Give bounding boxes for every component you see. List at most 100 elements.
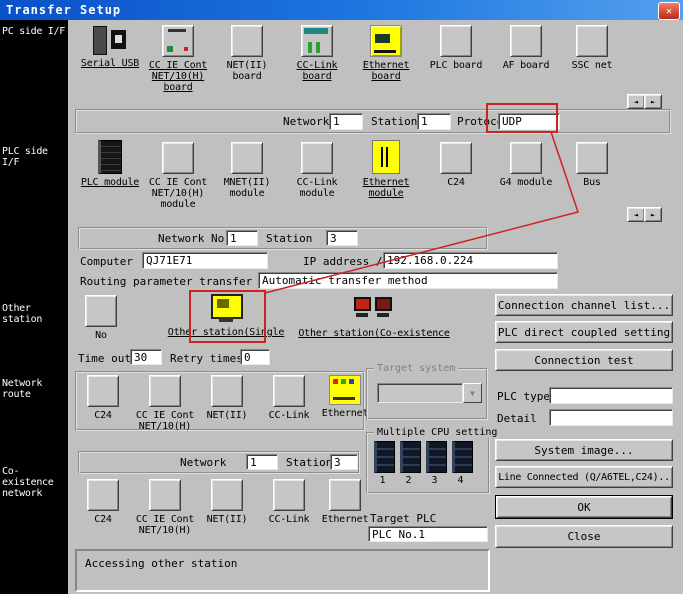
timeout-input[interactable]: 30 xyxy=(130,349,162,365)
coex-c24-label: C24 xyxy=(94,514,111,525)
coex-ccie[interactable]: CC IE Cont NET/10(H) xyxy=(134,479,196,536)
cpu4-icon[interactable] xyxy=(452,441,473,473)
coex-netii[interactable]: NET(II) xyxy=(196,479,258,525)
cclink-module-icon xyxy=(301,142,333,174)
detail-label: Detail xyxy=(497,412,537,425)
computer-input[interactable]: QJ71E71 xyxy=(142,252,268,269)
coex-c24[interactable]: C24 xyxy=(72,479,134,525)
route-c24[interactable]: C24 xyxy=(72,375,134,421)
plcif-ethernet-module-label: Ethernet module xyxy=(353,177,419,199)
plcif-c24-label: C24 xyxy=(447,177,464,188)
plc-board-icon xyxy=(440,25,472,57)
ethernet-icon xyxy=(329,375,361,405)
coex-cclink[interactable]: CC-Link xyxy=(258,479,320,525)
system-image-button[interactable]: System image... xyxy=(495,439,673,461)
arrow-left-icon: ◄ xyxy=(634,98,638,106)
ok-button[interactable]: OK xyxy=(496,496,672,518)
route-netii[interactable]: NET(II) xyxy=(196,375,258,421)
coexistence-network-input[interactable]: 1 xyxy=(246,454,278,470)
route-ccie[interactable]: CC IE Cont NET/10(H) xyxy=(134,375,196,432)
pcif-ethernet-board[interactable]: Ethernet board xyxy=(353,25,419,82)
pcif-cclink-board[interactable]: CC-Link board xyxy=(284,25,350,82)
bus-icon xyxy=(576,142,608,174)
other-station-no-label: No xyxy=(95,330,107,341)
computer-label: Computer xyxy=(80,255,133,268)
target-system-select[interactable]: ▼ xyxy=(377,383,482,403)
plcif-mnet-module-label: MNET(II) module xyxy=(214,177,280,199)
other-station-coexistence[interactable]: Other station(Co-existence xyxy=(290,295,458,339)
ccie-board-icon xyxy=(162,25,194,57)
plcif-bus-label: Bus xyxy=(583,177,600,188)
pcif-netii-board[interactable]: NET(II) board xyxy=(214,25,280,82)
network-station-label: Station xyxy=(266,232,312,245)
connection-test-button[interactable]: Connection test xyxy=(495,349,673,371)
pcif-ccie-board[interactable]: CC IE Cont NET/10(H) board xyxy=(145,25,211,93)
close-button[interactable]: ✕ xyxy=(658,2,680,20)
ccie-icon xyxy=(149,479,181,511)
status-message: Accessing other station xyxy=(85,557,237,570)
pcif-scroll-left-button[interactable]: ◄ xyxy=(627,94,645,109)
pcif-plc-board[interactable]: PLC board xyxy=(423,25,489,71)
transfer-setup-dialog: Transfer Setup ✕ PC side I/F PLC side I/… xyxy=(0,0,683,594)
target-system-value xyxy=(377,383,463,403)
pcif-serial-usb-label: Serial USB xyxy=(81,58,139,69)
chevron-down-icon: ▼ xyxy=(463,383,482,403)
plcif-ccie-module-label: CC IE Cont NET/10(H) module xyxy=(145,177,211,210)
plcif-cclink-module[interactable]: CC-Link module xyxy=(284,142,350,199)
pcif-scroll-right-button[interactable]: ► xyxy=(644,94,662,109)
pcif-ssc-net[interactable]: SSC net xyxy=(559,25,625,71)
pc-network-input[interactable]: 1 xyxy=(329,113,363,130)
cclink-board-icon xyxy=(301,25,333,57)
ethernet-icon xyxy=(329,479,361,511)
plcif-ccie-module[interactable]: CC IE Cont NET/10(H) module xyxy=(145,142,211,210)
coex-cclink-label: CC-Link xyxy=(269,514,310,525)
plcif-c24[interactable]: C24 xyxy=(423,142,489,188)
route-netii-label: NET(II) xyxy=(207,410,248,421)
connection-channel-list-button[interactable]: Connection channel list... xyxy=(495,294,673,316)
pc-protocol-select[interactable]: UDP xyxy=(498,113,560,130)
routing-method-select[interactable]: Automatic transfer method xyxy=(258,272,558,289)
target-plc-select[interactable]: PLC No.1 xyxy=(368,526,488,542)
retry-times-input[interactable]: 0 xyxy=(240,349,270,365)
plcif-g4-module[interactable]: G4 module xyxy=(493,142,559,188)
arrow-right-icon: ► xyxy=(651,211,655,219)
netii-board-icon xyxy=(231,25,263,57)
ip-address-input[interactable]: 192.168.0.224 xyxy=(383,252,558,269)
other-station-single[interactable]: Other station(Single xyxy=(160,294,292,338)
target-system-label: Target system xyxy=(374,363,458,374)
plcif-g4-module-label: G4 module xyxy=(500,177,552,188)
ip-address-label: IP address / xyxy=(303,255,382,268)
plcif-scroll-right-button[interactable]: ► xyxy=(644,207,662,222)
plcif-bus[interactable]: Bus xyxy=(559,142,625,188)
pcif-serial-usb[interactable]: Serial USB xyxy=(77,25,143,69)
coex-ethernet[interactable]: Ethernet xyxy=(314,479,376,525)
route-cclink[interactable]: CC-Link xyxy=(258,375,320,421)
network-station-input[interactable]: 3 xyxy=(326,230,358,246)
pcif-af-board[interactable]: AF board xyxy=(493,25,559,71)
sidebar-label-pc-side: PC side I/F xyxy=(2,26,68,37)
cpu3-icon[interactable] xyxy=(426,441,447,473)
plcif-mnet-module[interactable]: MNET(II) module xyxy=(214,142,280,199)
pc-station-input[interactable]: 1 xyxy=(417,113,451,130)
title-bar[interactable]: Transfer Setup ✕ xyxy=(0,0,683,20)
plc-direct-coupled-button[interactable]: PLC direct coupled setting xyxy=(495,321,673,343)
other-station-coexistence-icon xyxy=(353,295,395,325)
arrow-right-icon: ► xyxy=(651,98,655,106)
ssc-net-icon xyxy=(576,25,608,57)
cpu1-icon[interactable] xyxy=(374,441,395,473)
plcif-scroll-left-button[interactable]: ◄ xyxy=(627,207,645,222)
target-plc-label: Target PLC xyxy=(370,512,436,525)
other-station-coexistence-label: Other station(Co-existence xyxy=(298,328,449,339)
plcif-plc-module[interactable]: PLC module xyxy=(77,140,143,188)
network-no-input[interactable]: 1 xyxy=(226,230,258,246)
cpu2-icon[interactable] xyxy=(400,441,421,473)
route-ccie-label: CC IE Cont NET/10(H) xyxy=(134,410,196,432)
plcif-ethernet-module[interactable]: Ethernet module xyxy=(353,140,419,199)
plc-type-label: PLC type xyxy=(497,390,550,403)
ccie-module-icon xyxy=(162,142,194,174)
other-station-no[interactable]: No xyxy=(75,295,127,341)
coexistence-station-input[interactable]: 3 xyxy=(330,454,358,470)
line-connected-button[interactable]: Line Connected (Q/A6TEL,C24).. xyxy=(495,466,673,488)
network-no-label: Network No xyxy=(158,232,224,245)
close-button-action[interactable]: Close xyxy=(495,525,673,548)
